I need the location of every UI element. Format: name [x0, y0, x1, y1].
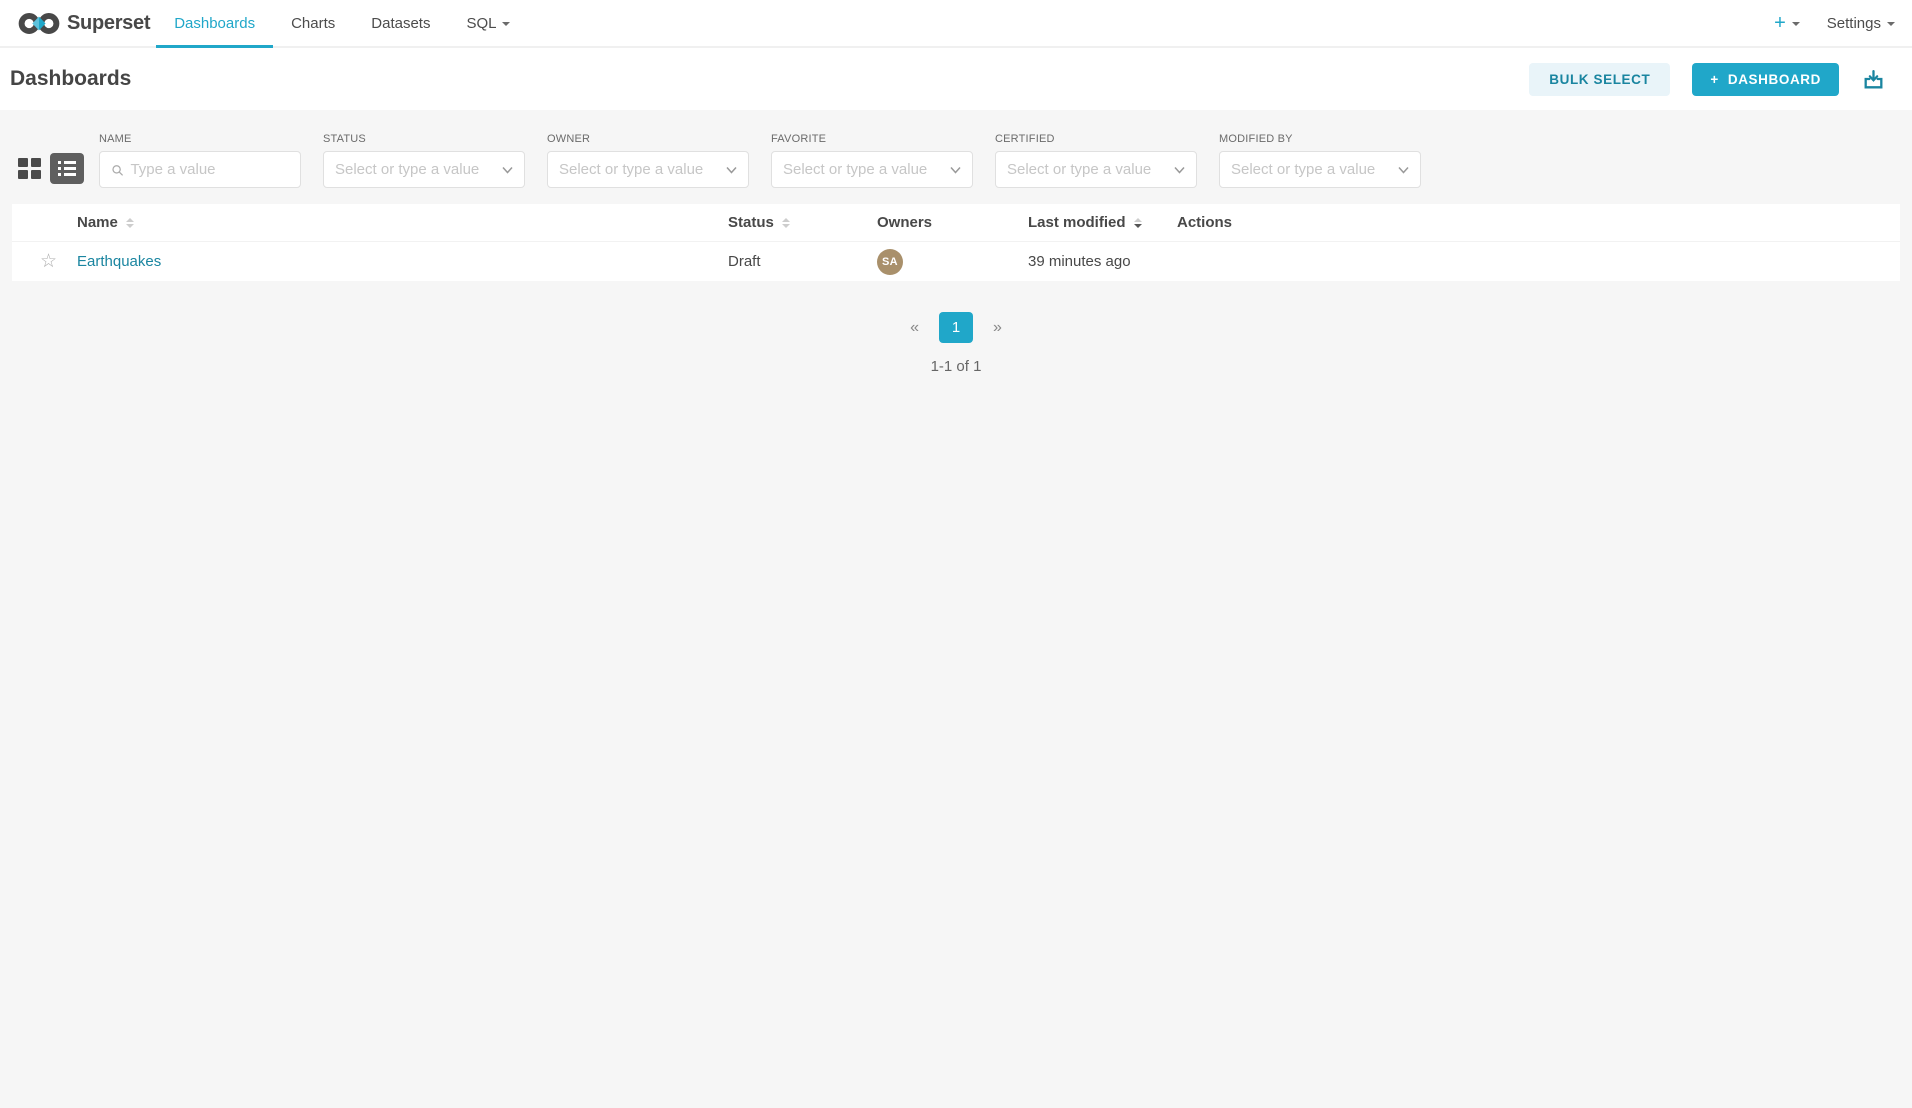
sort-carets-icon — [1134, 218, 1142, 228]
chevron-down-icon — [1887, 22, 1895, 26]
main-nav: Dashboards Charts Datasets SQL — [156, 0, 528, 46]
navbar: Superset Dashboards Charts Datasets SQL … — [0, 0, 1912, 48]
new-dashboard-button[interactable]: + DASHBOARD — [1692, 63, 1839, 96]
star-outline-icon[interactable]: ☆ — [40, 251, 57, 272]
plus-icon: + — [1774, 13, 1786, 33]
nav-item-sql[interactable]: SQL — [448, 0, 528, 46]
dashboards-table: Name Status Owners Last modified Actions — [12, 204, 1900, 281]
list-view-toggle[interactable] — [50, 153, 84, 184]
sort-carets-icon — [782, 218, 790, 228]
filter-name: NAME — [99, 133, 301, 188]
filter-modified-by: MODIFIED BY Select or type a value — [1219, 133, 1421, 188]
favorite-filter-select[interactable]: Select or type a value — [771, 151, 973, 188]
chevron-down-icon — [1174, 166, 1185, 174]
column-header-actions: Actions — [1177, 214, 1232, 231]
import-dashboards-button[interactable] — [1861, 67, 1886, 92]
prev-page-button[interactable]: « — [910, 319, 919, 337]
table-header-row: Name Status Owners Last modified Actions — [12, 204, 1900, 242]
certified-filter-select[interactable]: Select or type a value — [995, 151, 1197, 188]
table-row: ☆ Earthquakes Draft SA 39 minutes ago — [12, 242, 1900, 281]
filter-certified-label: CERTIFIED — [995, 133, 1197, 145]
page-header: Dashboards BULK SELECT + DASHBOARD — [0, 48, 1912, 110]
bulk-select-button[interactable]: BULK SELECT — [1529, 63, 1670, 96]
filter-status: STATUS Select or type a value — [323, 133, 525, 188]
brand-label: Superset — [67, 12, 150, 35]
dashboard-name-link[interactable]: Earthquakes — [77, 253, 161, 270]
filter-bar: NAME STATUS Select or type a value OWNER… — [0, 110, 1912, 188]
new-item-dropdown-button[interactable]: + — [1774, 13, 1800, 33]
column-header-status[interactable]: Status — [728, 214, 790, 231]
last-modified-cell: 39 minutes ago — [1028, 253, 1177, 270]
owner-filter-select[interactable]: Select or type a value — [547, 151, 749, 188]
chevron-down-icon — [502, 22, 510, 26]
header-actions: BULK SELECT + DASHBOARD — [1529, 63, 1886, 96]
settings-dropdown-button[interactable]: Settings — [1827, 15, 1895, 32]
name-filter-input[interactable] — [130, 161, 289, 178]
chevron-down-icon — [950, 166, 961, 174]
status-cell: Draft — [728, 253, 877, 270]
column-header-owners: Owners — [877, 214, 932, 231]
view-mode-toggles — [18, 153, 84, 184]
card-view-toggle[interactable] — [18, 158, 41, 179]
superset-infinity-icon — [18, 10, 60, 37]
sort-carets-icon — [126, 218, 134, 228]
filter-status-label: STATUS — [323, 133, 525, 145]
filter-modified-by-label: MODIFIED BY — [1219, 133, 1421, 145]
chevron-down-icon — [726, 166, 737, 174]
column-header-last-modified[interactable]: Last modified — [1028, 214, 1142, 231]
pagination: « 1 » — [0, 312, 1912, 343]
modified-by-filter-select[interactable]: Select or type a value — [1219, 151, 1421, 188]
navbar-right: + Settings — [1774, 0, 1895, 46]
search-icon — [111, 163, 123, 177]
status-filter-select[interactable]: Select or type a value — [323, 151, 525, 188]
list-view-icon — [58, 161, 76, 164]
nav-item-datasets[interactable]: Datasets — [353, 0, 448, 46]
plus-icon: + — [1710, 72, 1718, 87]
chevron-down-icon — [1398, 166, 1409, 174]
filter-certified: CERTIFIED Select or type a value — [995, 133, 1197, 188]
filter-favorite-label: FAVORITE — [771, 133, 973, 145]
nav-item-dashboards[interactable]: Dashboards — [156, 0, 273, 46]
next-page-button[interactable]: » — [993, 319, 1002, 337]
chevron-down-icon — [502, 166, 513, 174]
nav-item-charts[interactable]: Charts — [273, 0, 353, 46]
superset-logo[interactable]: Superset — [18, 0, 150, 46]
filter-name-label: NAME — [99, 133, 301, 145]
owner-avatar[interactable]: SA — [877, 249, 903, 275]
page-1-button[interactable]: 1 — [939, 312, 973, 343]
page-title: Dashboards — [10, 67, 131, 91]
filter-favorite: FAVORITE Select or type a value — [771, 133, 973, 188]
filter-owner: OWNER Select or type a value — [547, 133, 749, 188]
column-header-name[interactable]: Name — [77, 214, 134, 231]
pagination-summary: 1-1 of 1 — [0, 358, 1912, 375]
card-view-grid-icon — [18, 158, 28, 167]
download-icon — [1861, 67, 1886, 92]
filter-owner-label: OWNER — [547, 133, 749, 145]
chevron-down-icon — [1792, 22, 1800, 26]
